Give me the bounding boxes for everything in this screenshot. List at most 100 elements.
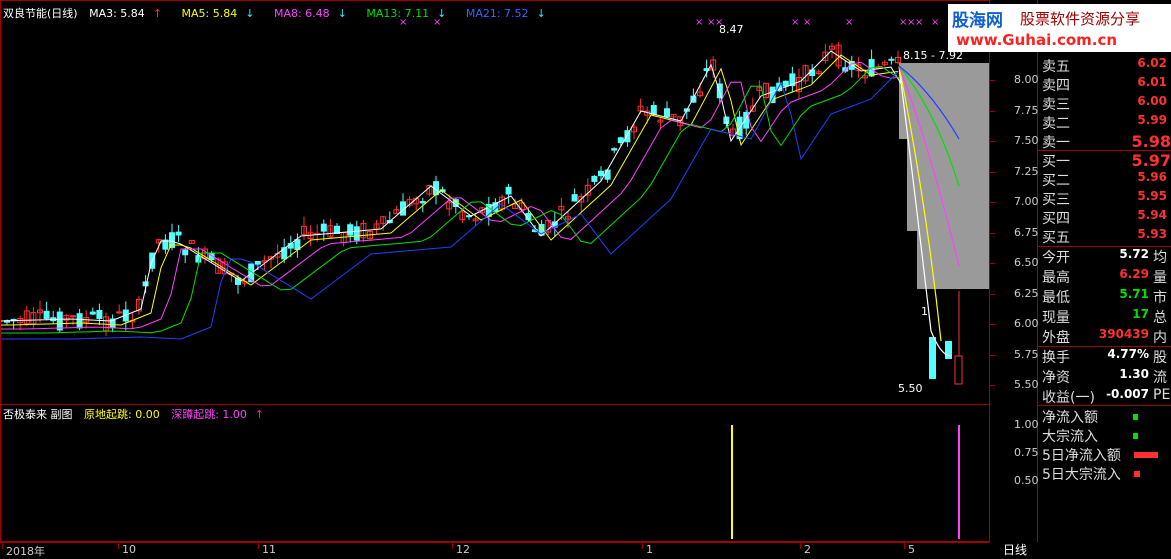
stock-title: 双良节能(日线) (3, 7, 78, 20)
quote-value: 5.72 (1119, 247, 1149, 261)
candle-body (294, 239, 301, 250)
price-tick-label: 8.00 (1014, 73, 1039, 86)
quote-value: 5.95 (1137, 189, 1167, 203)
price-tick (990, 324, 995, 325)
candle-body (598, 170, 604, 177)
price-tick (990, 202, 995, 203)
quote-extra-label: PE (1153, 387, 1171, 403)
site-logo: 股海网 股票软件资源分享 www.Guhai.com.cn (948, 4, 1171, 52)
date-tick (118, 543, 119, 549)
quote-row: 最高 6.29 量 (1038, 267, 1171, 286)
quote-extra-label: 量 (1153, 270, 1167, 286)
price-tick (990, 80, 995, 81)
date-tick (904, 543, 905, 549)
signal-marker: × (845, 17, 853, 28)
ma13-line (1, 65, 902, 334)
candle-body (353, 226, 360, 241)
quote-value: 4.77% (1107, 347, 1149, 361)
quote-extra-label: 内 (1153, 330, 1167, 346)
candle-body (611, 148, 618, 151)
quote-label: 卖四 (1042, 78, 1070, 94)
price-tick-label: 6.50 (1014, 256, 1039, 269)
candle-body (347, 224, 354, 236)
candle-body (89, 311, 96, 315)
quote-value: 5.98 (1131, 132, 1171, 151)
kline-canvas[interactable]: ××××××××××××× (1, 1, 989, 404)
quote-label: 买三 (1042, 192, 1070, 208)
quote-extra-label: 市 (1153, 290, 1167, 306)
candle-body (617, 137, 624, 144)
price-tick-label: 7.50 (1014, 134, 1039, 147)
price-tick-label: 7.25 (1014, 164, 1039, 178)
price-tick-label: 7.75 (1014, 103, 1039, 117)
date-axis: 2018年 10 11 12 1 2 5 (0, 542, 990, 558)
price-tick-label: 7.00 (1014, 195, 1039, 208)
quote-value: 5.99 (1137, 113, 1167, 127)
ma8-line (1, 61, 902, 330)
candle-body (116, 311, 123, 314)
quote-row: 卖二 5.99 (1038, 113, 1171, 132)
quote-label: 最低 (1042, 290, 1070, 306)
main-kline-chart[interactable]: ××××××××××××× 双良节能(日线) MA3: 5.84↑ MA5: 5… (0, 0, 990, 405)
candle-body (254, 260, 261, 265)
signal-marker: × (915, 17, 923, 28)
ma3-label: MA3: 5.84 ↑ (89, 7, 163, 20)
price-tick (990, 141, 995, 142)
quote-label: 买五 (1042, 230, 1070, 246)
sub-axis: 1.00 0.75 0.50 (990, 405, 1039, 542)
flow-indicator (1133, 414, 1138, 420)
ma8-label: MA8: 6.48 ↓ (273, 7, 347, 20)
date-tick (2, 543, 3, 549)
sub-canvas (731, 425, 960, 539)
quote-label: 现量 (1042, 310, 1070, 326)
signal-marker: × (695, 17, 703, 28)
logo-slogan: 股票软件资源分享 (1020, 10, 1141, 28)
quote-value: -0.007 (1106, 387, 1149, 401)
quote-row: 买二 5.96 (1038, 170, 1171, 189)
quote-row: 换手 4.77% 股 (1038, 347, 1171, 366)
projection-block (899, 63, 989, 139)
sub-indicator-chart[interactable]: 否极泰来 副图 原地起跳: 0.00 深蹲起跳: 1.00 ↑ (0, 405, 990, 542)
quote-value: 5.93 (1137, 227, 1167, 241)
date-tick-label: 10 (122, 543, 136, 556)
quote-row: 买三 5.95 (1038, 189, 1171, 208)
quote-value: 390439 (1098, 327, 1149, 341)
candle-body (664, 108, 670, 117)
sub-tick-label: 1.00 (1014, 418, 1039, 431)
candle-body (76, 313, 83, 329)
quote-label: 大宗流入 (1042, 429, 1098, 445)
candle-body (43, 310, 50, 319)
price-axis: 8.00 7.75 7.50 7.25 7.00 6.75 6.50 6.25 6.00 5.75… (990, 0, 1039, 405)
quote-value: 6.00 (1137, 94, 1167, 108)
candle-body (70, 315, 76, 318)
quote-row: 净流入额 (1038, 407, 1171, 426)
ma21-label: MA21: 7.52 ↓ (465, 7, 546, 20)
sub-tick-label: 0.75 (1014, 446, 1039, 459)
quote-row: 收益(一) -0.007 PE (1038, 387, 1171, 406)
quote-row: 净资 1.30 流 (1038, 367, 1171, 386)
signal-marker: × (803, 17, 811, 28)
price-tick (990, 293, 995, 295)
quote-panel: 卖五 6.02 卖四 6.01 卖三 6.00 卖二 5.99 卖一 5.98 买一 5.97 买二 5.… (1038, 55, 1171, 556)
sub-legend: 否极泰来 副图 原地起跳: 0.00 深蹲起跳: 1.00 ↑ (3, 406, 280, 422)
candle-body (650, 105, 657, 115)
candle-body (419, 201, 426, 204)
candle-body (591, 175, 598, 182)
quote-value: 1.30 (1119, 367, 1149, 381)
candle-body (604, 169, 611, 180)
quote-label: 收益(一) (1042, 390, 1095, 406)
flow-indicator (1133, 433, 1138, 439)
sub-legend-a: 原地起跳: 0.00 (84, 408, 160, 421)
candle-body (571, 194, 578, 202)
quote-label: 买二 (1042, 173, 1070, 189)
candle-body (56, 311, 63, 331)
quote-label: 外盘 (1042, 330, 1070, 346)
signal-marker: × (791, 17, 799, 28)
price-tick (990, 385, 995, 386)
price-tick-label: 6.00 (1014, 317, 1039, 330)
low-annotation: 5.50 (898, 382, 923, 395)
period-label[interactable]: 日线 (1003, 541, 1027, 558)
quote-label: 卖一 (1042, 135, 1070, 151)
quote-extra-label: 股 (1153, 350, 1167, 366)
date-tick (800, 543, 801, 549)
